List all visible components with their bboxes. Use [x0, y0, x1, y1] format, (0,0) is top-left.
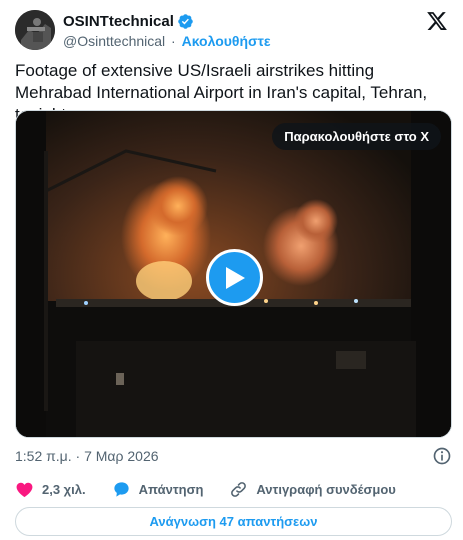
read-replies-button[interactable]: Ανάγνωση 47 απαντήσεων — [15, 507, 452, 536]
action-bar: 2,3 χιλ. Απάντηση Αντιγραφή συνδέσμου — [15, 478, 452, 500]
like-count: 2,3 χιλ. — [42, 481, 86, 497]
embedded-tweet-card: OSINTtechnical @Osinttechnical · Ακολουθ… — [0, 0, 463, 540]
copy-link-button[interactable]: Αντιγραφή συνδέσμου — [229, 480, 396, 499]
copy-link-label: Αντιγραφή συνδέσμου — [256, 481, 396, 497]
avatar[interactable] — [15, 10, 55, 50]
tweet-header: OSINTtechnical @Osinttechnical · Ακολουθ… — [15, 10, 448, 54]
display-name[interactable]: OSINTtechnical — [63, 13, 174, 30]
follow-button[interactable]: Ακολουθήστε — [182, 33, 271, 49]
video-player[interactable]: Παρακολουθήστε στο X — [15, 110, 452, 438]
play-button[interactable] — [206, 249, 263, 306]
reply-label: Απάντηση — [138, 481, 204, 497]
separator-dot: · — [171, 33, 176, 49]
link-icon — [231, 481, 247, 497]
watch-on-x-button[interactable]: Παρακολουθήστε στο X — [272, 123, 441, 150]
timestamp-link[interactable]: 1:52 π.μ. · 7 Μαρ 2026 — [15, 448, 159, 464]
heart-icon — [16, 482, 33, 497]
handle[interactable]: @Osinttechnical — [63, 33, 165, 49]
reply-bubble-icon — [114, 481, 129, 497]
tweet-meta: 1:52 π.μ. · 7 Μαρ 2026 — [15, 446, 452, 466]
reply-button[interactable]: Απάντηση — [112, 480, 204, 499]
info-icon[interactable] — [432, 446, 452, 466]
x-logo-icon[interactable] — [426, 10, 448, 32]
play-icon — [225, 266, 245, 289]
verified-badge-icon — [177, 13, 194, 30]
author-block: OSINTtechnical @Osinttechnical · Ακολουθ… — [63, 11, 271, 51]
like-button[interactable]: 2,3 χιλ. — [15, 480, 86, 499]
